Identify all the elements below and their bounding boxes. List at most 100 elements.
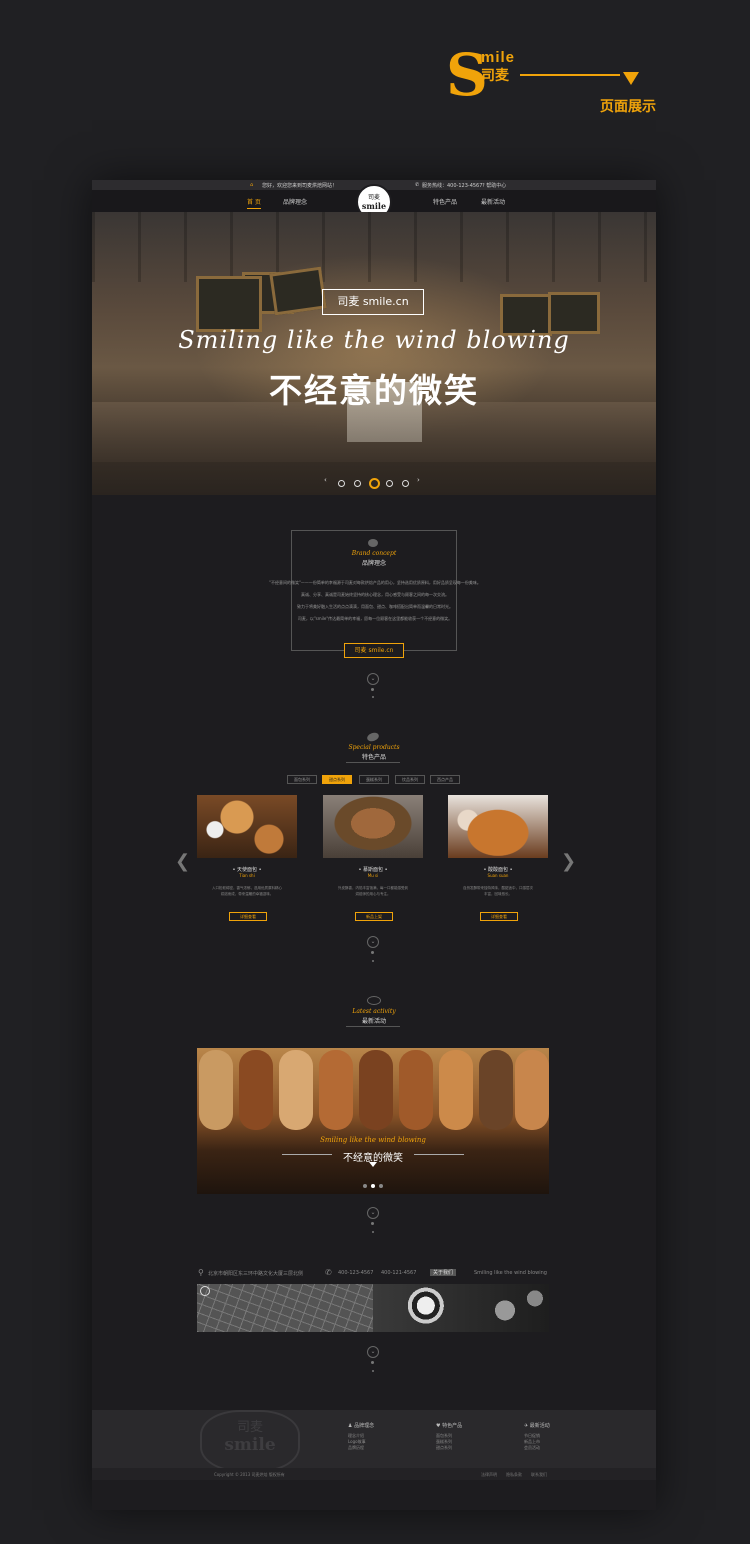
prev-arrow-icon[interactable]: ❮ xyxy=(175,851,190,872)
products-title-en: Special products xyxy=(348,744,400,751)
copyright-text: Copyright © 2013 司麦烘焙 版权所有 xyxy=(214,1472,285,1477)
coffee-image xyxy=(373,1284,549,1332)
footer-logo-cn: 司麦 xyxy=(236,1420,263,1435)
product-name-en: Tian shi xyxy=(239,873,255,878)
map-pin-icon xyxy=(200,1286,210,1296)
scroll-down-icon[interactable]: ⌄ xyxy=(367,673,379,685)
footer-bottom-link[interactable]: 隐私条款 xyxy=(506,1472,522,1478)
tab-cake[interactable]: 蛋糕系列 xyxy=(359,775,389,784)
product-name-en: Mu si xyxy=(367,873,379,878)
cup-icon xyxy=(367,996,381,1005)
user-icon: ♟ xyxy=(348,1423,353,1429)
hotline-text: 服务热线：400-123-4567 xyxy=(422,183,483,189)
bread-loaf xyxy=(479,1050,513,1130)
product-desc: 外皮酥香，内馅丰富饱满，每一口都能感受到烘焙师的用心与专注。 xyxy=(338,886,408,896)
concept-paragraph: "不经意间的微笑"——一份简单的幸福源于司麦对每款烘焙产品的用心，坚持选用优质原… xyxy=(269,580,481,585)
product-button[interactable]: 详细查看 xyxy=(229,912,267,921)
location-icon: ⚲ xyxy=(198,1268,204,1277)
bread-loaf xyxy=(515,1050,549,1130)
dot-marker xyxy=(371,951,374,954)
footer-bottom-link[interactable]: 法律声明 xyxy=(481,1472,497,1478)
bread-loaf xyxy=(239,1050,273,1130)
scroll-down-icon[interactable]: ⌄ xyxy=(367,1207,379,1219)
caret-down-icon xyxy=(369,1162,377,1167)
footer: 司麦 smile ♟ 品牌理念 理念介绍 Logo故事 品牌历程 ♥ 特色产品 … xyxy=(92,1410,656,1472)
footer-col-head: 品牌理念 xyxy=(354,1423,375,1429)
product-name-en: Suan suan xyxy=(487,873,509,878)
phone-icon: ✆ xyxy=(325,1268,332,1277)
hero-brand-box: 司麦 smile.cn xyxy=(322,289,424,315)
activity-title-en: Latest activity xyxy=(352,1008,396,1015)
bread-loaf xyxy=(279,1050,313,1130)
product-button[interactable]: 详细查看 xyxy=(480,912,518,921)
carousel-dot[interactable] xyxy=(379,1184,383,1188)
scroll-down-icon[interactable]: ⌄ xyxy=(367,1346,379,1358)
footer-bottom-link[interactable]: 联系我们 xyxy=(531,1472,547,1478)
footer-col: ♥ 特色产品 面包系列 蛋糕系列 甜点系列 xyxy=(436,1422,462,1451)
activity-banner[interactable]: Smiling like the wind blowing 不经意的微笑 xyxy=(197,1048,549,1194)
tab-bread[interactable]: 面包系列 xyxy=(287,775,317,784)
concept-title-en: Brand concept xyxy=(351,550,397,557)
bread-loaf xyxy=(439,1050,473,1130)
dot-marker xyxy=(371,1222,374,1225)
nav-item-home[interactable]: 首 页 xyxy=(247,197,261,209)
concept-title-cn: 品牌理念 xyxy=(361,560,386,567)
title-underline xyxy=(346,762,400,763)
carousel-dot[interactable] xyxy=(354,480,361,487)
carousel-dot[interactable] xyxy=(402,480,409,487)
footer-link[interactable]: 甜点系列 xyxy=(436,1445,462,1451)
phone-number: 400-123-4567 xyxy=(338,1270,374,1276)
dot-marker xyxy=(371,1361,374,1364)
carousel-dot[interactable] xyxy=(386,480,393,487)
concept-paragraph: 致力于将美好融入生活的点点滴滴，用面包、甜点、咖啡搭配出简单而温馨的日常时光。 xyxy=(297,604,453,609)
next-arrow-icon[interactable]: ❯ xyxy=(561,851,576,872)
about-badge[interactable]: 关于我们 xyxy=(430,1269,457,1276)
welcome-text: 您好，欢迎您来到司麦烘焙网站！ xyxy=(262,183,338,189)
tab-dessert[interactable]: 甜点系列 xyxy=(322,775,352,784)
product-button[interactable]: 新品上架 xyxy=(355,912,393,921)
help-link[interactable]: ? 帮助中心 xyxy=(482,182,506,189)
carousel-dot[interactable] xyxy=(338,480,345,487)
footer-col: ♟ 品牌理念 理念介绍 Logo故事 品牌历程 xyxy=(348,1422,374,1451)
concept-button[interactable]: 司麦 smile.cn xyxy=(344,643,404,658)
tab-drink[interactable]: 饮品系列 xyxy=(395,775,425,784)
scroll-down-icon[interactable]: ⌄ xyxy=(367,936,379,948)
product-image[interactable] xyxy=(323,795,423,858)
dot-marker xyxy=(372,960,374,962)
footer-bottom: Copyright © 2013 司麦烘焙 版权所有 法律声明 隐私条款 联系我… xyxy=(92,1468,656,1480)
footer-link[interactable]: 会员活动 xyxy=(524,1445,550,1451)
logo-cn: 司麦 xyxy=(367,194,380,201)
nav-item-activity[interactable]: 最新活动 xyxy=(481,197,505,206)
menu-board xyxy=(269,266,327,316)
phone-number: 400-121-4567 xyxy=(381,1270,417,1276)
carousel-dot[interactable] xyxy=(363,1184,367,1188)
address-text: 北京市朝阳区东三环中路文化大厦三层北侧 xyxy=(208,1271,304,1277)
product-name: • 慕斯面包 • xyxy=(358,867,388,873)
hero-script: Smiling like the wind blowing xyxy=(178,326,570,354)
prev-arrow-icon[interactable]: ‹ xyxy=(324,476,327,484)
nav-item-concept[interactable]: 品牌理念 xyxy=(283,197,307,206)
heart-icon: ♥ xyxy=(436,1423,441,1429)
concept-paragraph: 真诚、分享、真诚是司麦始终坚持的核心理念，用心感受与顾客之间的每一次交流。 xyxy=(301,592,449,597)
footer-link[interactable]: 品牌历程 xyxy=(348,1445,374,1451)
nav-item-products[interactable]: 特色产品 xyxy=(433,197,457,206)
next-arrow-icon[interactable]: › xyxy=(417,476,420,484)
help-icon: ? xyxy=(482,183,485,189)
product-image[interactable] xyxy=(448,795,548,858)
bread-loaf xyxy=(199,1050,233,1130)
tab-pastry[interactable]: 西点产品 xyxy=(430,775,460,784)
dot-marker xyxy=(372,1370,374,1372)
plane-icon: ✈ xyxy=(524,1423,529,1429)
map-image[interactable] xyxy=(197,1284,373,1332)
footer-logo-en: smile xyxy=(224,1435,276,1455)
carousel-dot-active[interactable] xyxy=(371,1184,375,1188)
product-desc: 入口松软绵密，香气浓郁，选用优质原料精心烘焙而成，带来温暖的幸福滋味。 xyxy=(212,886,282,896)
hero-carousel-dots: ‹ › xyxy=(324,476,424,489)
carousel-dot-active[interactable] xyxy=(369,478,380,489)
arrow-down-icon xyxy=(623,72,639,85)
product-image[interactable] xyxy=(197,795,297,858)
activity-title-cn: 最新活动 xyxy=(361,1018,386,1025)
dot-marker xyxy=(371,688,374,691)
footer-col: ✈ 最新活动 节日促销 新品上市 会员活动 xyxy=(524,1422,550,1451)
phone-icon: ✆ xyxy=(415,182,420,188)
